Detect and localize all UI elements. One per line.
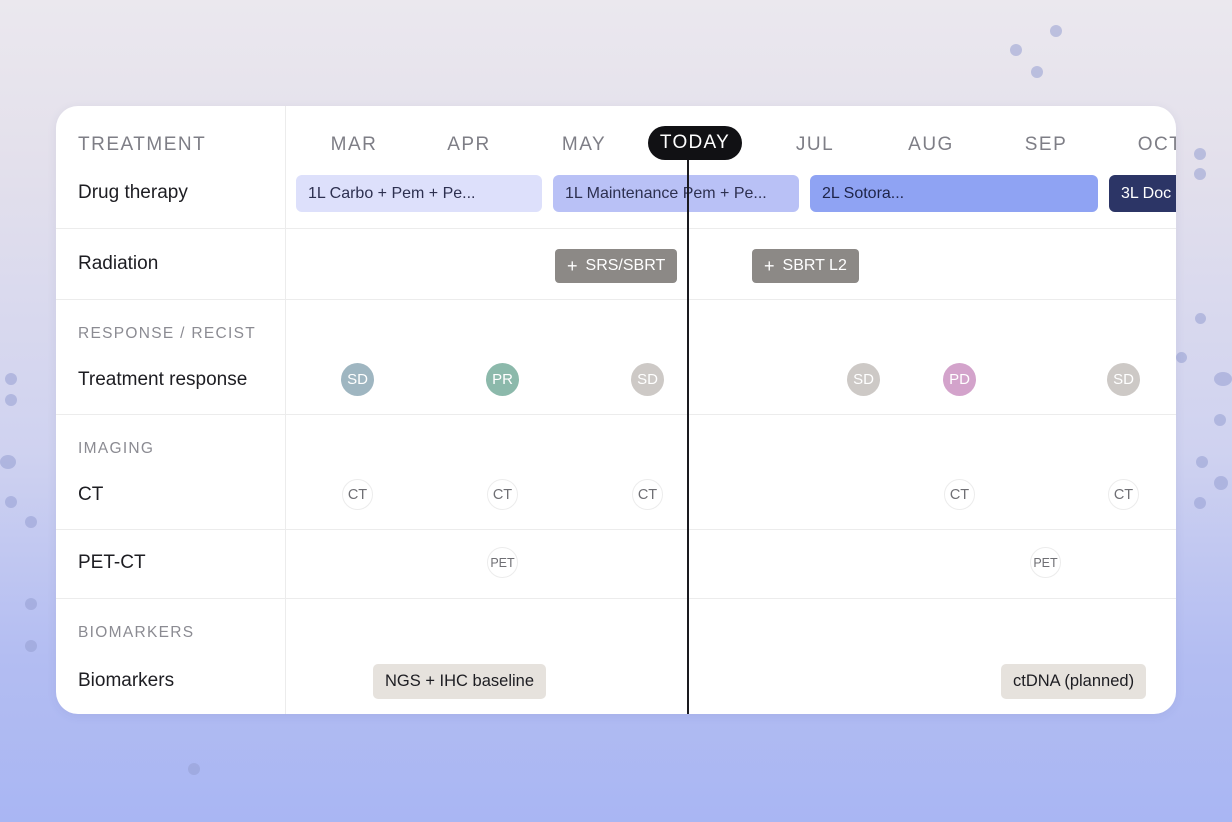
radiation-item-label: SBRT L2 (782, 257, 847, 274)
row-label-pet-ct: PET-CT (78, 552, 146, 573)
section-label-imaging: IMAGING (78, 440, 155, 457)
response-badge[interactable]: SD (341, 363, 374, 396)
month-header-mar: MAR (330, 134, 378, 155)
background-dot (1050, 25, 1062, 37)
background-dot (188, 763, 200, 775)
row-divider (56, 228, 1176, 229)
pet-scan-marker[interactable]: PET (487, 547, 518, 578)
pet-scan-marker[interactable]: PET (1030, 547, 1061, 578)
drug-therapy-bar[interactable]: 2L Sotora... (810, 175, 1098, 212)
background-dot (25, 598, 37, 610)
background-dot (1214, 476, 1228, 490)
ct-scan-marker[interactable]: CT (342, 479, 373, 510)
background-dot (1195, 313, 1206, 324)
row-label-radiation: Radiation (78, 253, 159, 274)
ct-scan-marker[interactable]: CT (632, 479, 663, 510)
response-badge[interactable]: PR (486, 363, 519, 396)
treatment-header: TREATMENT (78, 134, 207, 155)
today-marker-line (687, 156, 689, 714)
today-marker-pill[interactable]: TODAY (648, 126, 742, 160)
row-label-drug-therapy: Drug therapy (78, 182, 188, 203)
drug-therapy-bar[interactable]: 1L Maintenance Pem + Pe... (553, 175, 799, 212)
background-dot (1194, 148, 1206, 160)
response-badge[interactable]: SD (1107, 363, 1140, 396)
background-dot (1031, 66, 1043, 78)
row-divider (56, 414, 1176, 415)
section-label-response: RESPONSE / RECIST (78, 325, 256, 342)
row-label-ct: CT (78, 484, 104, 505)
background-dot (0, 455, 16, 469)
background-dot (25, 516, 37, 528)
radiation-item-label: SRS/SBRT (585, 257, 666, 274)
background-dot (1194, 497, 1206, 509)
row-divider (56, 299, 1176, 300)
section-label-biomarkers: BIOMARKERS (78, 624, 195, 641)
background-dot (25, 640, 37, 652)
background-dot (5, 496, 17, 508)
background-dot (1194, 168, 1206, 180)
drug-therapy-bar[interactable]: 1L Carbo + Pem + Pe... (296, 175, 542, 212)
plus-icon: + (567, 256, 578, 276)
biomarker-test-chip[interactable]: NGS + IHC baseline (373, 664, 547, 699)
background-dot (5, 373, 17, 385)
response-badge[interactable]: PD (943, 363, 976, 396)
row-label-biomarkers: Biomarkers (78, 670, 175, 691)
background-dot (1214, 372, 1232, 386)
drug-therapy-bar[interactable]: 3L Doc (1109, 175, 1176, 212)
treatment-timeline-card: TREATMENT Drug therapy Radiation RESPONS… (56, 106, 1176, 714)
plus-icon: + (764, 256, 775, 276)
row-divider (56, 529, 1176, 530)
row-divider (56, 598, 1176, 599)
background-dot (5, 394, 17, 406)
month-header-jul: JUL (795, 134, 835, 155)
ct-scan-marker[interactable]: CT (1108, 479, 1139, 510)
ct-scan-marker[interactable]: CT (487, 479, 518, 510)
background-dot (1176, 352, 1187, 363)
radiation-item[interactable]: + SRS/SBRT (555, 249, 678, 283)
response-badge[interactable]: SD (847, 363, 880, 396)
row-label-treatment-response: Treatment response (78, 369, 248, 390)
month-header-aug: AUG (908, 134, 954, 155)
month-header-apr: APR (447, 134, 491, 155)
background-dot (1196, 456, 1208, 468)
ct-scan-marker[interactable]: CT (944, 479, 975, 510)
response-badge[interactable]: SD (631, 363, 664, 396)
radiation-item[interactable]: + SBRT L2 (752, 249, 859, 283)
month-header-may: MAY (561, 134, 607, 155)
month-header-sep: SEP (1024, 134, 1068, 155)
background-dot (1010, 44, 1022, 56)
biomarker-test-chip[interactable]: ctDNA (planned) (1001, 664, 1147, 699)
background-dot (1214, 414, 1226, 426)
month-header-oct: OCT (1137, 134, 1176, 155)
